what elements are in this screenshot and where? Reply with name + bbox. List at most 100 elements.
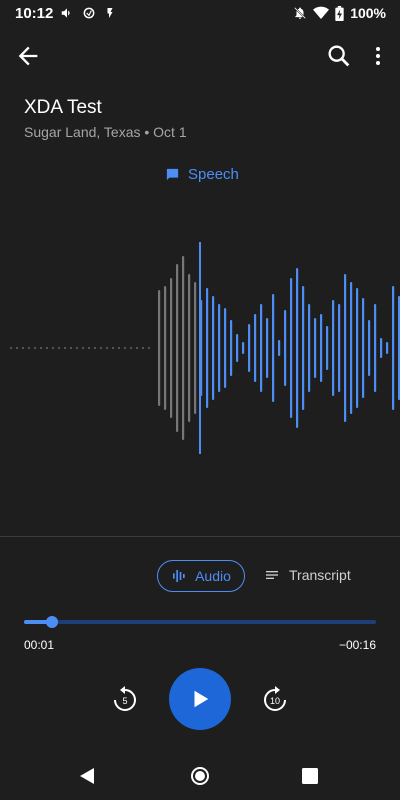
wave-dot	[118, 347, 120, 349]
status-time: 10:12	[15, 5, 54, 22]
playhead-line[interactable]	[199, 242, 201, 454]
wave-bar	[392, 286, 395, 410]
wave-bar	[278, 340, 281, 356]
wave-bar	[374, 304, 377, 392]
wave-bar	[230, 320, 233, 376]
search-icon[interactable]	[325, 42, 353, 70]
wave-bar	[188, 274, 191, 422]
playback-progress-bar[interactable]	[24, 616, 376, 628]
system-nav-bar	[0, 752, 400, 800]
view-tabs: Audio Transcript	[0, 560, 400, 592]
flash-icon	[107, 8, 113, 18]
divider	[0, 536, 400, 537]
wave-bar	[332, 300, 335, 396]
tab-audio-label: Audio	[195, 568, 231, 584]
wave-bar	[302, 286, 305, 410]
wave-dot	[58, 347, 60, 349]
wave-dot	[40, 347, 42, 349]
wave-bar	[158, 290, 161, 406]
wave-bar	[308, 304, 311, 392]
wave-dot	[10, 347, 12, 349]
wave-bar	[164, 286, 167, 410]
wave-dot	[130, 347, 132, 349]
play-button[interactable]	[169, 668, 231, 730]
wave-bar	[260, 304, 263, 392]
wave-bar	[380, 338, 383, 358]
nav-home-icon[interactable]	[190, 766, 210, 786]
wave-bar	[314, 318, 317, 378]
wifi-icon	[313, 6, 330, 20]
wave-dot	[94, 347, 96, 349]
volume-icon	[61, 8, 70, 18]
wave-dot	[64, 347, 66, 349]
wave-bar	[224, 308, 227, 388]
wave-bar	[284, 310, 287, 386]
wave-bar	[194, 282, 197, 414]
wave-bar	[386, 342, 389, 354]
back-arrow-icon[interactable]	[14, 42, 42, 70]
speech-bubble-icon	[166, 168, 179, 181]
wave-bar	[326, 326, 329, 370]
tab-transcript[interactable]: Transcript	[263, 560, 351, 590]
rewind-5-icon[interactable]: 5	[110, 684, 140, 714]
wave-bar	[170, 278, 173, 418]
wave-dot	[46, 347, 48, 349]
wave-bar	[362, 298, 365, 398]
wave-bar	[242, 342, 245, 354]
wave-bar	[350, 282, 353, 414]
recording-subtitle: Sugar Land, Texas • Oct 1	[24, 124, 187, 140]
wave-bar	[236, 334, 239, 362]
wave-bar	[296, 268, 299, 428]
wave-bar	[356, 288, 359, 408]
wave-dot	[142, 347, 144, 349]
more-options-icon[interactable]	[366, 42, 390, 70]
wave-bar	[338, 304, 341, 392]
forward-seconds: 10	[270, 696, 280, 706]
audio-waveform[interactable]	[0, 230, 400, 470]
wave-bar	[182, 256, 185, 440]
tab-transcript-label: Transcript	[289, 567, 351, 583]
wave-bar	[212, 296, 215, 400]
wave-dot	[34, 347, 36, 349]
tab-audio[interactable]: Audio	[157, 560, 245, 592]
status-right-icons: 100%	[293, 5, 386, 21]
wave-bar	[248, 324, 251, 372]
wave-bar	[368, 320, 371, 376]
progress-thumb[interactable]	[46, 616, 59, 628]
wave-dot	[112, 347, 114, 349]
speech-label-text: Speech	[188, 166, 239, 183]
remaining-time: −00:16	[338, 638, 376, 652]
wave-dot	[22, 347, 24, 349]
wave-dot	[76, 347, 78, 349]
audio-waveform-icon	[173, 570, 185, 582]
transcript-lines-icon	[266, 571, 278, 579]
wave-dot	[148, 347, 150, 349]
wave-bar	[344, 274, 347, 422]
speech-label: Speech	[165, 166, 239, 183]
nav-back-icon[interactable]	[78, 766, 98, 786]
status-left-icons	[60, 6, 116, 20]
wave-bar	[266, 318, 269, 378]
wave-bar	[320, 314, 323, 382]
status-bar: 10:12 100%	[0, 0, 400, 28]
recording-title: XDA Test	[24, 97, 102, 118]
wave-dot	[106, 347, 108, 349]
battery-charging-icon	[335, 5, 344, 21]
wave-bar	[218, 304, 221, 392]
battery-percent: 100%	[350, 5, 386, 21]
rewind-seconds: 5	[122, 696, 127, 706]
wave-dot	[82, 347, 84, 349]
wave-bar	[290, 278, 293, 418]
app-bar	[0, 36, 400, 76]
nav-recents-icon[interactable]	[302, 768, 318, 784]
wave-bar	[272, 294, 275, 402]
wave-bar	[254, 314, 257, 382]
current-time: 00:01	[24, 638, 55, 652]
wave-dot	[136, 347, 138, 349]
forward-10-icon[interactable]: 10	[260, 684, 290, 714]
wave-dot	[88, 347, 90, 349]
wave-bar	[176, 264, 179, 432]
wave-dot	[70, 347, 72, 349]
wave-dot	[124, 347, 126, 349]
wave-dot	[100, 347, 102, 349]
